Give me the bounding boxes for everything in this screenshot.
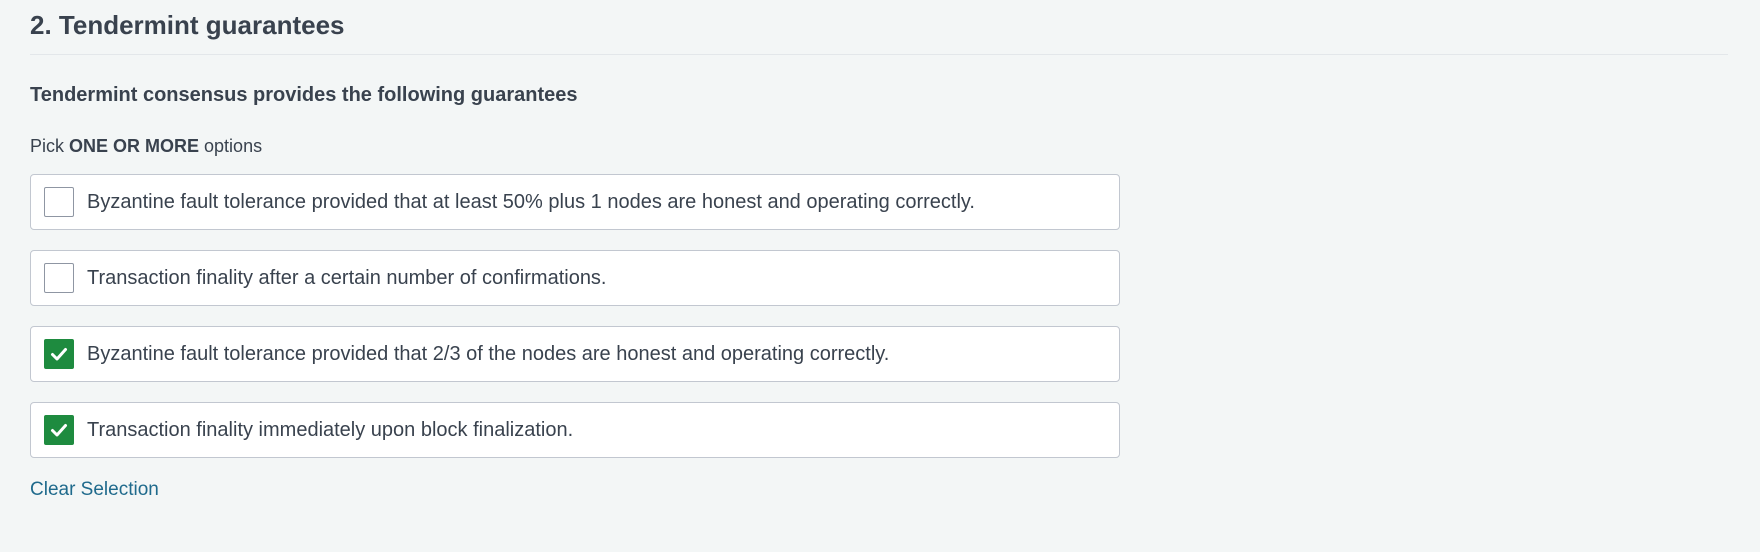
clear-selection-link[interactable]: Clear Selection <box>30 478 159 502</box>
question-title: 2. Tendermint guarantees <box>30 10 345 40</box>
checkbox[interactable] <box>44 339 74 369</box>
question-prompt: Tendermint consensus provides the follow… <box>30 84 578 106</box>
question-container: 2. Tendermint guarantees Tendermint cons… <box>30 0 1730 502</box>
option-label: Transaction finality after a certain num… <box>87 267 607 289</box>
instruction-suffix: options <box>199 136 263 156</box>
check-icon <box>51 424 67 437</box>
instruction-text: Pick ONE OR MORE options <box>30 134 1730 158</box>
checkbox[interactable] <box>44 187 74 217</box>
option-label: Byzantine fault tolerance provided that … <box>87 191 975 213</box>
option-label: Transaction finality immediately upon bl… <box>87 419 574 441</box>
instruction-emphasis: ONE OR MORE <box>69 136 200 156</box>
option-3[interactable]: Byzantine fault tolerance provided that … <box>30 326 1120 382</box>
checkbox[interactable] <box>44 415 74 445</box>
option-2[interactable]: Transaction finality after a certain num… <box>30 250 1120 306</box>
option-label: Byzantine fault tolerance provided that … <box>87 343 890 365</box>
option-1[interactable]: Byzantine fault tolerance provided that … <box>30 174 1120 230</box>
check-icon <box>51 348 67 361</box>
divider <box>30 54 1728 55</box>
options-list: Byzantine fault tolerance provided that … <box>30 174 1120 458</box>
option-4[interactable]: Transaction finality immediately upon bl… <box>30 402 1120 458</box>
instruction-prefix: Pick <box>30 136 70 156</box>
checkbox[interactable] <box>44 263 74 293</box>
